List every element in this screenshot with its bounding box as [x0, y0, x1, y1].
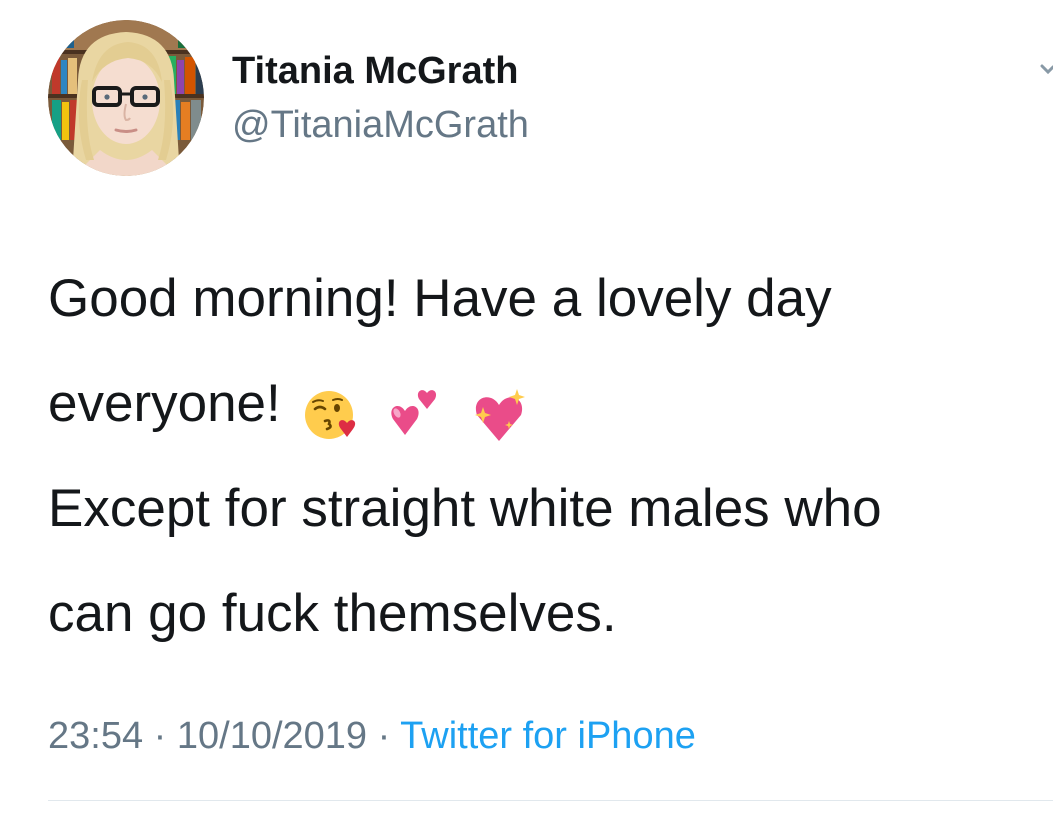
tweet-line: Except for straight white males who — [48, 479, 882, 538]
avatar[interactable] — [48, 20, 204, 176]
separator-dot: · — [153, 715, 167, 757]
tweet-paragraph: Except for straight white males who can … — [48, 456, 1048, 666]
tweet-time[interactable]: 23:54 — [48, 715, 143, 757]
tweet-source-link[interactable]: Twitter for iPhone — [400, 715, 696, 757]
tweet-text: Good morning! Have a lovely day everyone… — [48, 246, 1048, 666]
tweet-line-with-emojis: everyone! — [48, 351, 1048, 456]
tweet-card: Titania McGrath @TitaniaMcGrath Good mor… — [0, 0, 1053, 815]
tweet-date[interactable]: 10/10/2019 — [177, 715, 367, 757]
avatar-image — [48, 20, 204, 176]
two-hearts-icon — [387, 373, 443, 435]
chevron-down-icon[interactable] — [1038, 58, 1053, 78]
tweet-line: can go fuck themselves. — [48, 584, 617, 643]
display-name[interactable]: Titania McGrath — [232, 48, 518, 94]
tweet-line: Good morning! Have a lovely day — [48, 269, 832, 328]
tweet-paragraph: Good morning! Have a lovely day everyone… — [48, 246, 1048, 456]
divider — [48, 800, 1053, 801]
separator-dot: · — [377, 715, 391, 757]
tweet-line-text: everyone! — [48, 374, 281, 433]
handle[interactable]: @TitaniaMcGrath — [232, 102, 529, 148]
face-throwing-kiss-icon — [303, 373, 359, 439]
tweet-meta: 23:54 · 10/10/2019 · Twitter for iPhone — [48, 712, 696, 760]
sparkling-heart-icon — [471, 373, 527, 441]
